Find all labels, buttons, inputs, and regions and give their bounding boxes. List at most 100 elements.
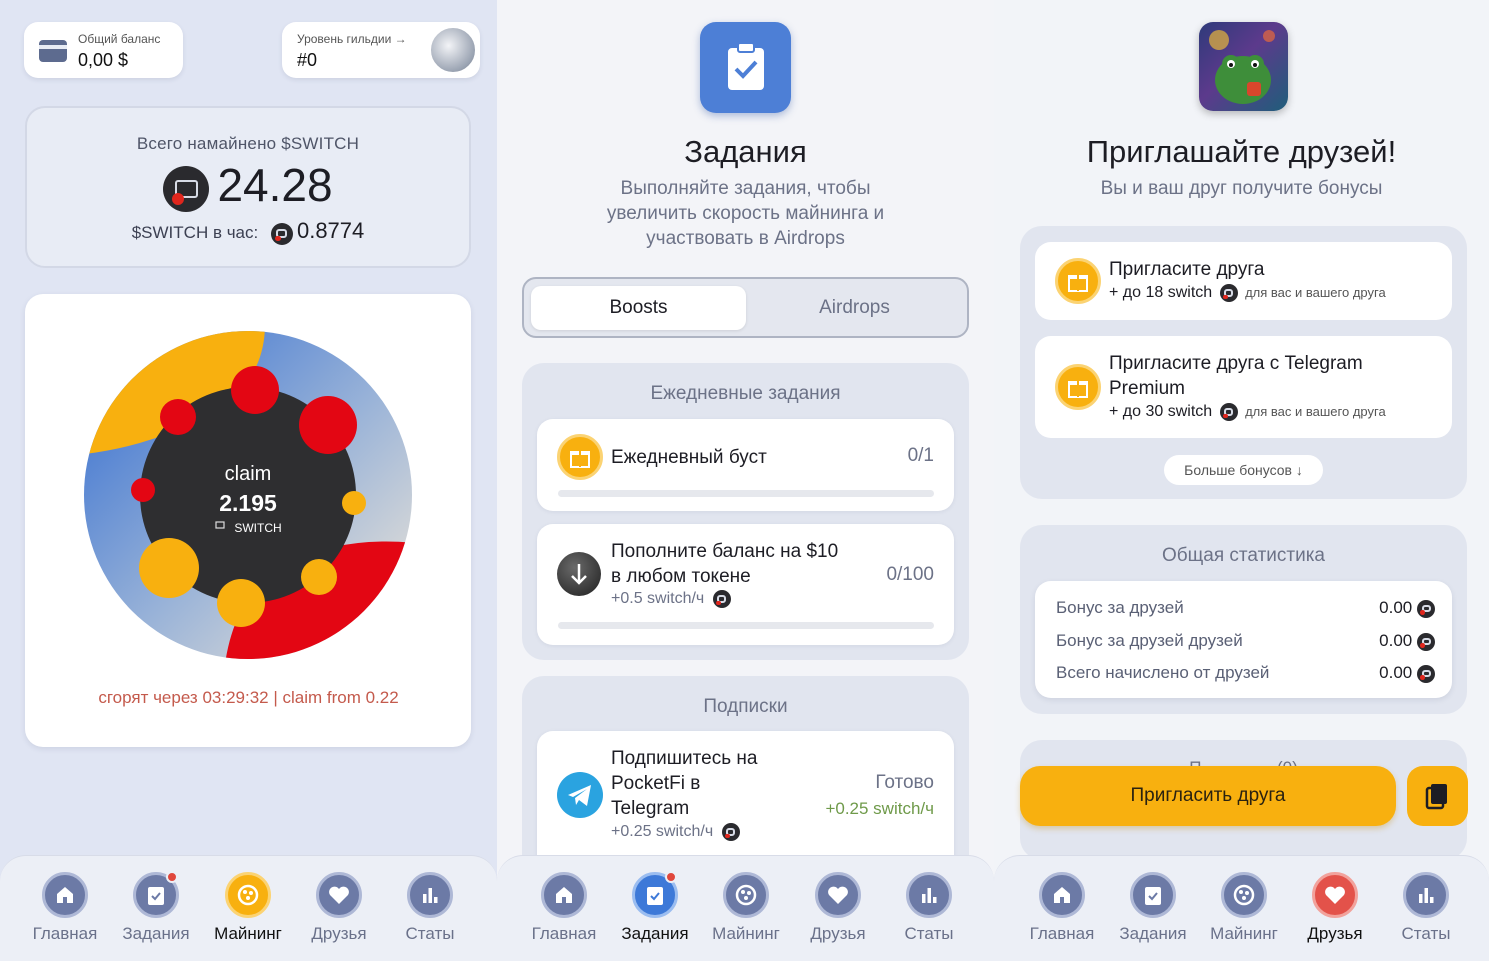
mined-total-card: Всего намайнено $SWITCH 24.28 $SWITCH в … [25, 106, 471, 268]
stat-value: 0.00 [1379, 631, 1435, 651]
copy-icon [1425, 784, 1447, 810]
gift-icon [1055, 258, 1101, 304]
home-icon [42, 872, 88, 918]
mining-rate-value: 0.8774 [296, 218, 365, 243]
tab-boosts[interactable]: Boosts [531, 286, 746, 330]
invite-title: Пригласите друга с Telegram Premium [1109, 351, 1363, 401]
nav-mining[interactable]: Майнинг [701, 872, 791, 944]
tasks-subtitle-line: участвовать в Airdrops [646, 228, 845, 249]
nav-friends[interactable]: Друзья [294, 872, 384, 944]
deposit-task[interactable]: Пополните баланс на $10 в любом токене +… [537, 524, 954, 645]
invite-friend-button[interactable]: Пригласить друга [1020, 766, 1396, 826]
nav-mining[interactable]: Майнинг [203, 872, 293, 944]
guild-avatar [428, 25, 478, 75]
invite-reward: + до 30 switch для вас и вашего друга [1109, 403, 1386, 421]
task-progress-bar [558, 622, 934, 629]
task-title-line: Пополните баланс на $10 [611, 541, 839, 562]
nav-tasks[interactable]: Задания [610, 871, 700, 944]
tasks-subtitle: Выполняйте задания, чтобы увеличить скор… [497, 176, 994, 251]
stat-row: Бонус за друзей 0.00 [1056, 598, 1435, 618]
nav-home-label: Главная [531, 924, 597, 943]
nav-mining-label: Майнинг [1210, 924, 1278, 943]
claim-token: SWITCH [234, 521, 281, 535]
more-bonuses-button[interactable]: Больше бонусов ↓ [1164, 455, 1323, 485]
nav-friends[interactable]: Друзья [793, 872, 883, 944]
gift-icon [1055, 364, 1101, 410]
mining-rate-row: $SWITCH в час: 0.8774 [27, 218, 469, 245]
task-reward-text: +0.25 switch/ч [611, 823, 714, 841]
invite-note: для вас и вашего друга [1245, 285, 1386, 301]
invite-title: Пригласите друга [1109, 259, 1265, 280]
stat-row: Бонус за друзей друзей 0.00 [1056, 631, 1435, 651]
bottom-nav: Главная Задания Майнинг Друзья Статы [0, 855, 497, 961]
nav-stats[interactable]: Статы [1381, 872, 1471, 944]
nav-home[interactable]: Главная [1017, 872, 1107, 944]
stat-value-text: 0.00 [1379, 598, 1413, 617]
mining-rate-label: $SWITCH в час: [131, 223, 259, 242]
switch-coin-icon [1219, 284, 1238, 302]
stat-value: 0.00 [1379, 598, 1435, 618]
bar-chart-icon [1403, 872, 1449, 918]
claim-card: claim 2.195 SWITCH [25, 294, 471, 747]
notification-badge [665, 871, 677, 883]
mining-icon [723, 872, 769, 918]
nav-friends-label: Друзья [1307, 924, 1363, 943]
nav-tasks-label: Задания [1119, 924, 1187, 943]
nav-mining[interactable]: Майнинг [1199, 872, 1289, 944]
stat-label: Бонус за друзей [1056, 598, 1184, 617]
daily-boost-task[interactable]: Ежедневный буст 0/1 [537, 419, 954, 511]
friends-panel: Приглашайте друзей! Вы и ваш друг получи… [994, 0, 1489, 961]
nav-tasks[interactable]: Задания [111, 871, 201, 944]
tab-airdrops[interactable]: Airdrops [747, 286, 962, 330]
invite-friend-card[interactable]: Пригласите друга + до 18 switch для вас … [1035, 242, 1452, 320]
invite-premium-card[interactable]: Пригласите друга с Telegram Premium + до… [1035, 336, 1452, 438]
stat-value-text: 0.00 [1379, 663, 1413, 682]
guild-level-pill[interactable]: Уровень гильдии → #0 [282, 22, 480, 78]
invite-amount: + до 30 switch [1109, 403, 1213, 421]
wallet-icon [39, 40, 67, 62]
task-progress-bar [558, 490, 934, 497]
tasks-panel: Задания Выполняйте задания, чтобы увелич… [497, 0, 994, 961]
tasks-subtitle-line: увеличить скорость майнинга и [606, 203, 885, 224]
heart-icon [316, 872, 362, 918]
friends-subtitle: Вы и ваш друг получите бонусы [1100, 178, 1383, 199]
task-title-line: Подпишитесь на [611, 748, 758, 769]
heart-icon [1312, 872, 1358, 918]
balance-pill[interactable]: Общий баланс 0,00 $ [24, 22, 183, 78]
task-title-line: Telegram [611, 798, 690, 819]
gift-icon [557, 434, 603, 480]
stats-title: Общая статистика [1162, 545, 1325, 566]
clipboard-icon [1130, 872, 1176, 918]
stat-value-text: 0.00 [1379, 631, 1413, 650]
task-reward: +0.5 switch/ч [611, 590, 731, 608]
mining-icon [1221, 872, 1267, 918]
expiry-text: сгорят через 03:29:32 | claim from 0.22 [98, 688, 399, 707]
balance-value: 0,00 $ [78, 50, 129, 70]
nav-stats[interactable]: Статы [385, 872, 475, 944]
task-title-line: PocketFi в [611, 773, 701, 794]
switch-coin-icon [1417, 632, 1435, 651]
tasks-tabs: Boosts Airdrops [522, 277, 969, 338]
task-count: 0/1 [907, 445, 934, 466]
nav-home[interactable]: Главная [519, 872, 609, 944]
invite-reward: + до 18 switch для вас и вашего друга [1109, 284, 1386, 302]
mining-panel: Общий баланс 0,00 $ Уровень гильдии → #0… [0, 0, 497, 961]
mining-orb[interactable]: claim 2.195 SWITCH [25, 294, 471, 747]
nav-friends[interactable]: Друзья [1290, 872, 1380, 944]
bar-chart-icon [906, 872, 952, 918]
nav-home[interactable]: Главная [20, 872, 110, 944]
copy-link-button[interactable] [1407, 766, 1468, 826]
invite-title-line: Пригласите друга с Telegram [1109, 353, 1363, 374]
tasks-title: Задания [684, 134, 807, 169]
nav-stats[interactable]: Статы [884, 872, 974, 944]
task-title: Подпишитесь на PocketFi в Telegram [611, 746, 757, 821]
nav-mining-label: Майнинг [712, 924, 780, 943]
balance-label: Общий баланс [78, 32, 161, 46]
invite-title-line: Premium [1109, 378, 1186, 399]
deposit-icon [557, 552, 601, 596]
task-reward-text: +0.5 switch/ч [611, 590, 705, 608]
frog-avatar-image [1199, 22, 1288, 111]
nav-tasks[interactable]: Задания [1108, 872, 1198, 944]
subscriptions-title: Подписки [703, 696, 788, 717]
switch-coin-icon [1417, 664, 1435, 683]
